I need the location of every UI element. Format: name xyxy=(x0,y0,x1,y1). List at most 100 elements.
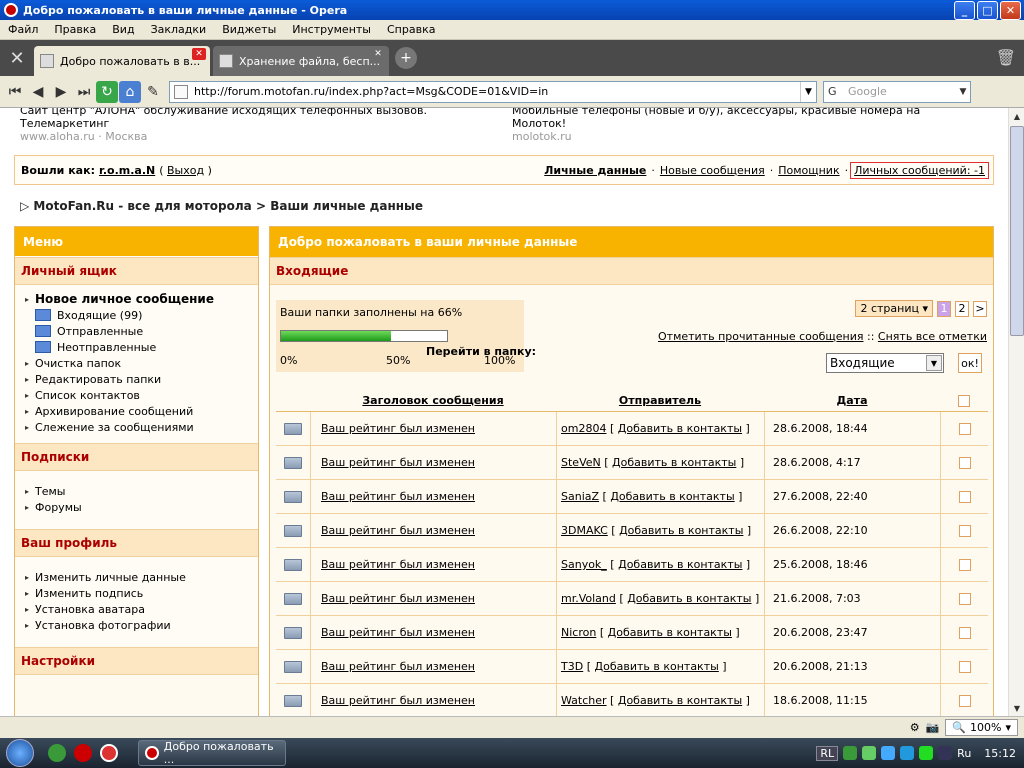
archive-link[interactable]: ▸ Архивирование сообщений xyxy=(25,403,258,419)
ad-left[interactable]: Сайт центр "АЛОНА" обслуживание исходящи… xyxy=(20,108,500,143)
search-field[interactable]: G Google ▼ xyxy=(823,80,971,103)
add-contact-link[interactable]: Добавить в контакты xyxy=(618,422,742,435)
message-subject-link[interactable]: Ваш рейтинг был изменен xyxy=(321,524,475,537)
folder-sent-link[interactable]: Отправленные xyxy=(25,323,258,339)
sender-link[interactable]: mr.Voland xyxy=(561,592,616,605)
back-icon[interactable]: ◀ xyxy=(27,81,49,103)
menu-help[interactable]: Справка xyxy=(379,23,443,36)
add-contact-link[interactable]: Добавить в контакты xyxy=(618,558,742,571)
new-messages-link[interactable]: Новые сообщения xyxy=(657,164,768,177)
contacts-link[interactable]: ▸ Список контактов xyxy=(25,387,258,403)
zoom-control[interactable]: 🔍 100% ▾ xyxy=(945,719,1018,736)
column-sender-header[interactable]: Отправитель xyxy=(619,394,701,407)
message-subject-link[interactable]: Ваш рейтинг был изменен xyxy=(321,422,475,435)
tab-close-icon[interactable]: ✕ xyxy=(192,48,206,60)
sender-link[interactable]: SaniaZ xyxy=(561,490,599,503)
row-checkbox[interactable] xyxy=(958,558,971,571)
private-messages-link[interactable]: Личных сообщений: -1 xyxy=(850,162,989,179)
row-checkbox[interactable] xyxy=(958,694,971,707)
column-date-header[interactable]: Дата xyxy=(836,394,867,407)
ok-button[interactable]: ок! xyxy=(958,353,982,373)
rewind-icon[interactable]: ⏮ xyxy=(4,81,26,103)
menu-view[interactable]: Вид xyxy=(104,23,142,36)
icq-tray-icon[interactable] xyxy=(862,746,877,760)
sender-link[interactable]: Nicron xyxy=(561,626,596,639)
status-tray-icon[interactable] xyxy=(919,746,934,760)
sender-link[interactable]: T3D xyxy=(561,660,583,673)
menu-file[interactable]: Файл xyxy=(0,23,46,36)
folder-unsent-link[interactable]: Неотправленные xyxy=(25,339,258,355)
close-icon[interactable]: ✕ xyxy=(1000,1,1021,20)
reload-icon[interactable]: ↻ xyxy=(96,80,118,103)
menu-edit[interactable]: Правка xyxy=(46,23,104,36)
vertical-scrollbar[interactable]: ▲ ▼ xyxy=(1008,108,1024,716)
message-subject-link[interactable]: Ваш рейтинг был изменен xyxy=(321,660,475,673)
page-2-button[interactable]: 2 xyxy=(955,300,969,317)
app-icon[interactable] xyxy=(100,744,118,762)
add-contact-link[interactable]: Добавить в контакты xyxy=(612,456,736,469)
row-checkbox[interactable] xyxy=(958,592,971,605)
menu-widgets[interactable]: Виджеты xyxy=(214,23,284,36)
row-checkbox[interactable] xyxy=(958,524,971,537)
helper-link[interactable]: Помощник xyxy=(775,164,842,177)
menu-bookmarks[interactable]: Закладки xyxy=(143,23,215,36)
utorrent-tray-icon[interactable] xyxy=(843,746,858,760)
row-checkbox[interactable] xyxy=(958,660,971,673)
personal-data-link[interactable]: Личные данные xyxy=(541,164,649,177)
forums-link[interactable]: ▸ Форумы xyxy=(25,499,258,515)
camera-icon[interactable]: 📷 xyxy=(926,721,940,734)
language-indicator[interactable]: Ru xyxy=(957,747,971,760)
taskbar-window-button[interactable]: Добро пожаловать ... xyxy=(138,740,286,766)
tab-close-icon[interactable]: ✕ xyxy=(371,48,385,60)
edit-profile-link[interactable]: ▸ Изменить личные данные xyxy=(25,569,258,585)
fast-forward-icon[interactable]: ⏭ xyxy=(73,81,95,103)
maximize-icon[interactable]: □ xyxy=(977,1,998,20)
row-checkbox[interactable] xyxy=(958,456,971,469)
breadcrumb-site-link[interactable]: MotoFan.Ru - все для моторола xyxy=(33,199,251,213)
scroll-down-icon[interactable]: ▼ xyxy=(1009,700,1024,716)
sender-link[interactable]: Sanyok_ xyxy=(561,558,607,571)
message-subject-link[interactable]: Ваш рейтинг был изменен xyxy=(321,558,475,571)
ad-right[interactable]: Мобильные телефоны (новые и б/у), аксесс… xyxy=(512,108,992,143)
address-field[interactable]: http://forum.motofan.ru/index.php?act=Ms… xyxy=(169,80,817,103)
tab-inactive[interactable]: Хранение файла, бесп... ✕ xyxy=(213,46,389,76)
folder-select[interactable]: Входящие ▼ xyxy=(826,353,944,373)
home-icon[interactable]: ⌂ xyxy=(119,80,141,103)
new-tab-icon[interactable]: + xyxy=(395,47,417,69)
sender-link[interactable]: Watcher xyxy=(561,694,607,707)
search-dropdown-icon[interactable]: ▼ xyxy=(956,82,970,102)
topics-link[interactable]: ▸ Темы xyxy=(25,483,258,499)
message-subject-link[interactable]: Ваш рейтинг был изменен xyxy=(321,490,475,503)
network-tray-icon[interactable] xyxy=(881,746,896,760)
message-subject-link[interactable]: Ваш рейтинг был изменен xyxy=(321,626,475,639)
username-link[interactable]: r.o.m.a.N xyxy=(99,164,155,177)
keyboard-layout[interactable]: RL xyxy=(816,745,839,761)
start-button[interactable] xyxy=(0,738,40,768)
add-contact-link[interactable]: Добавить в контакты xyxy=(595,660,719,673)
forward-icon[interactable]: ▶ xyxy=(50,81,72,103)
edit-icon[interactable]: ✎ xyxy=(142,81,164,103)
unmark-all-link[interactable]: Снять все отметки xyxy=(878,330,987,343)
row-checkbox[interactable] xyxy=(958,490,971,503)
trash-icon[interactable]: 🗑 xyxy=(996,48,1016,67)
sender-link[interactable]: SteVeN xyxy=(561,456,601,469)
add-contact-link[interactable]: Добавить в контакты xyxy=(610,490,734,503)
row-checkbox[interactable] xyxy=(958,422,971,435)
message-subject-link[interactable]: Ваш рейтинг был изменен xyxy=(321,456,475,469)
minimize-icon[interactable]: _ xyxy=(954,1,975,20)
menu-tools[interactable]: Инструменты xyxy=(284,23,379,36)
add-contact-link[interactable]: Добавить в контакты xyxy=(618,694,742,707)
logout-link[interactable]: Выход xyxy=(167,164,204,177)
tracking-link[interactable]: ▸ Слежение за сообщениями xyxy=(25,419,258,435)
search-engine-icon[interactable]: G xyxy=(828,85,844,99)
speed-icon[interactable]: ⚙ xyxy=(910,721,920,734)
edit-signature-link[interactable]: ▸ Изменить подпись xyxy=(25,585,258,601)
sender-link[interactable]: 3DMAKC xyxy=(561,524,608,537)
message-subject-link[interactable]: Ваш рейтинг был изменен xyxy=(321,592,475,605)
scroll-up-icon[interactable]: ▲ xyxy=(1009,108,1024,124)
tab-active[interactable]: Добро пожаловать в в... ✕ xyxy=(34,46,210,76)
sender-link[interactable]: om2804 xyxy=(561,422,606,435)
pages-dropdown[interactable]: 2 страниц ▾ xyxy=(855,300,933,317)
add-contact-link[interactable]: Добавить в контакты xyxy=(608,626,732,639)
photo-link[interactable]: ▸ Установка фотографии xyxy=(25,617,258,633)
